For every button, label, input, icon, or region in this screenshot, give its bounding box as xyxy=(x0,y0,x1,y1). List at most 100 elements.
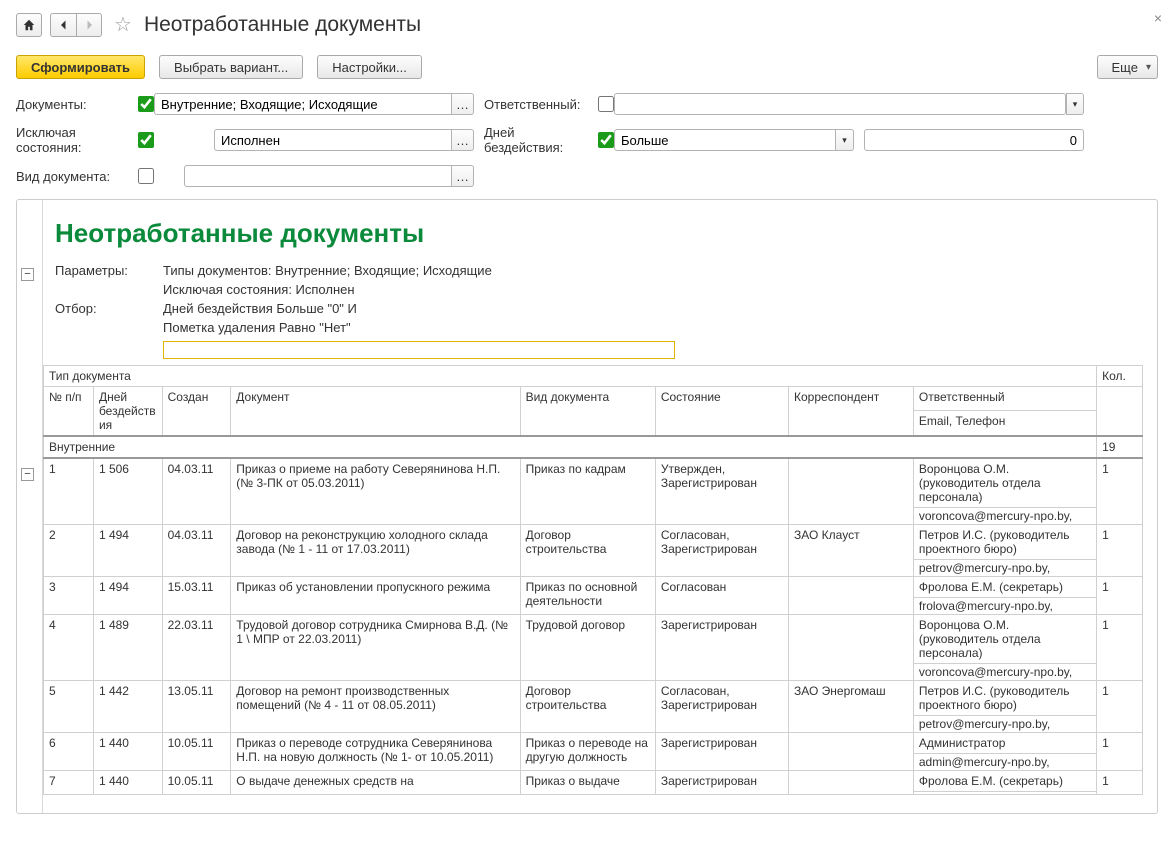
forward-button[interactable] xyxy=(76,13,102,37)
meta-params-key: Параметры: xyxy=(55,263,163,278)
cell-state: Зарегистрирован xyxy=(655,615,788,681)
back-button[interactable] xyxy=(50,13,76,37)
responsible-label: Ответственный: xyxy=(474,97,594,112)
table-row[interactable]: 41 48922.03.11Трудовой договор сотрудник… xyxy=(44,615,1143,664)
cell-resp: Фролова Е.М. (секретарь) xyxy=(913,577,1096,598)
close-button[interactable]: × xyxy=(1154,10,1162,26)
generate-button[interactable]: Сформировать xyxy=(16,55,145,79)
documents-input[interactable] xyxy=(154,93,452,115)
cell-state: Зарегистрирован xyxy=(655,733,788,771)
cell-kind: Договор строительства xyxy=(520,525,655,577)
table-row[interactable]: 31 49415.03.11Приказ об установлении про… xyxy=(44,577,1143,598)
cell-doc: О выдаче денежных средств на xyxy=(231,771,520,795)
doc-type-checkbox[interactable] xyxy=(138,168,154,184)
col-resp2: Email, Телефон xyxy=(913,411,1096,436)
cell-q: 1 xyxy=(1097,577,1143,615)
settings-button[interactable]: Настройки... xyxy=(317,55,422,79)
days-label: Дней бездействия: xyxy=(474,125,594,155)
cell-state: Согласован xyxy=(655,577,788,615)
home-button[interactable] xyxy=(16,13,42,37)
doc-type-dots-button[interactable]: … xyxy=(452,165,474,187)
meta-filter-key: Отбор: xyxy=(55,301,163,316)
cell-resp: Администратор xyxy=(913,733,1096,754)
cell-resp2: frolova@mercury-npo.by, xyxy=(913,598,1096,615)
cell-resp: Воронцова О.М. (руководитель отдела перс… xyxy=(913,615,1096,664)
table-row[interactable]: 21 49404.03.11Договор на реконструкцию х… xyxy=(44,525,1143,560)
cell-resp: Петров И.С. (руководитель проектного бюр… xyxy=(913,525,1096,560)
table-row[interactable]: 11 50604.03.11Приказ о приеме на работу … xyxy=(44,458,1143,508)
table-row[interactable]: 71 44010.05.11О выдаче денежных средств … xyxy=(44,771,1143,792)
cell-days: 1 440 xyxy=(93,733,162,771)
cell-created: 15.03.11 xyxy=(162,577,231,615)
cell-resp: Фролова Е.М. (секретарь) xyxy=(913,771,1096,792)
more-button[interactable]: Еще xyxy=(1097,55,1158,79)
responsible-input[interactable] xyxy=(614,93,1066,115)
excl-states-label: Исключая состояния: xyxy=(16,125,134,155)
excl-states-dots-button[interactable]: … xyxy=(452,129,474,151)
cell-q: 1 xyxy=(1097,681,1143,733)
col-corr: Корреспондент xyxy=(789,387,914,437)
doc-type-label: Вид документа: xyxy=(16,169,134,184)
cell-resp2: voroncova@mercury-npo.by, xyxy=(913,664,1096,681)
head-qty: Кол. xyxy=(1097,366,1143,387)
col-days: Дней бездействия xyxy=(93,387,162,437)
arrow-left-icon xyxy=(58,19,70,31)
group-qty: 19 xyxy=(1097,436,1143,458)
home-icon xyxy=(22,18,36,32)
cell-corr: ЗАО Энергомаш xyxy=(789,681,914,733)
cell-npp: 2 xyxy=(44,525,94,577)
meta-params-v2: Исключая состояния: Исполнен xyxy=(163,282,355,297)
cell-npp: 3 xyxy=(44,577,94,615)
choose-variant-button[interactable]: Выбрать вариант... xyxy=(159,55,303,79)
cell-npp: 4 xyxy=(44,615,94,681)
cell-q: 1 xyxy=(1097,458,1143,525)
cell-days: 1 442 xyxy=(93,681,162,733)
arrow-right-icon xyxy=(83,19,95,31)
col-state: Состояние xyxy=(655,387,788,437)
days-op-select[interactable] xyxy=(614,129,836,151)
documents-checkbox[interactable] xyxy=(138,96,154,112)
responsible-checkbox[interactable] xyxy=(598,96,614,112)
cell-q: 1 xyxy=(1097,615,1143,681)
cell-kind: Приказ по основной деятельности xyxy=(520,577,655,615)
cell-npp: 6 xyxy=(44,733,94,771)
cell-state: Согласован, Зарегистрирован xyxy=(655,525,788,577)
responsible-dropdown-button[interactable]: ▾ xyxy=(1066,93,1084,115)
cell-corr xyxy=(789,458,914,525)
col-kind: Вид документа xyxy=(520,387,655,437)
col-doc: Документ xyxy=(231,387,520,437)
documents-dots-button[interactable]: … xyxy=(452,93,474,115)
cell-kind: Трудовой договор xyxy=(520,615,655,681)
doc-type-input[interactable] xyxy=(184,165,452,187)
cell-corr xyxy=(789,733,914,771)
cell-created: 04.03.11 xyxy=(162,458,231,525)
cell-npp: 1 xyxy=(44,458,94,525)
group-label[interactable]: Внутренние xyxy=(44,436,1097,458)
cell-days: 1 494 xyxy=(93,525,162,577)
documents-label: Документы: xyxy=(16,97,134,112)
days-value-input[interactable] xyxy=(864,129,1084,151)
cell-doc: Договор на ремонт производственных помещ… xyxy=(231,681,520,733)
report-panel: − − Неотработанные документы Параметры:Т… xyxy=(16,199,1158,814)
favorite-icon[interactable]: ☆ xyxy=(114,12,132,37)
cell-resp: Петров И.С. (руководитель проектного бюр… xyxy=(913,681,1096,716)
excl-states-input[interactable] xyxy=(214,129,452,151)
excl-states-checkbox[interactable] xyxy=(138,132,154,148)
col-npp: № п/п xyxy=(44,387,94,437)
cell-doc: Приказ о переводе сотрудника Северянинов… xyxy=(231,733,520,771)
table-row[interactable]: 51 44213.05.11Договор на ремонт производ… xyxy=(44,681,1143,716)
cell-state: Утвержден, Зарегистрирован xyxy=(655,458,788,525)
cell-q: 1 xyxy=(1097,525,1143,577)
cell-corr: ЗАО Клауст xyxy=(789,525,914,577)
cell-resp: Воронцова О.М. (руководитель отдела перс… xyxy=(913,458,1096,508)
highlight-selection xyxy=(163,341,675,359)
cell-q: 1 xyxy=(1097,771,1143,795)
page-title: Неотработанные документы xyxy=(144,13,421,37)
table-row[interactable]: 61 44010.05.11Приказ о переводе сотрудни… xyxy=(44,733,1143,754)
days-op-dropdown-button[interactable]: ▾ xyxy=(836,129,854,151)
cell-days: 1 506 xyxy=(93,458,162,525)
days-checkbox[interactable] xyxy=(598,132,614,148)
cell-corr xyxy=(789,577,914,615)
cell-kind: Договор строительства xyxy=(520,681,655,733)
cell-state: Согласован, Зарегистрирован xyxy=(655,681,788,733)
